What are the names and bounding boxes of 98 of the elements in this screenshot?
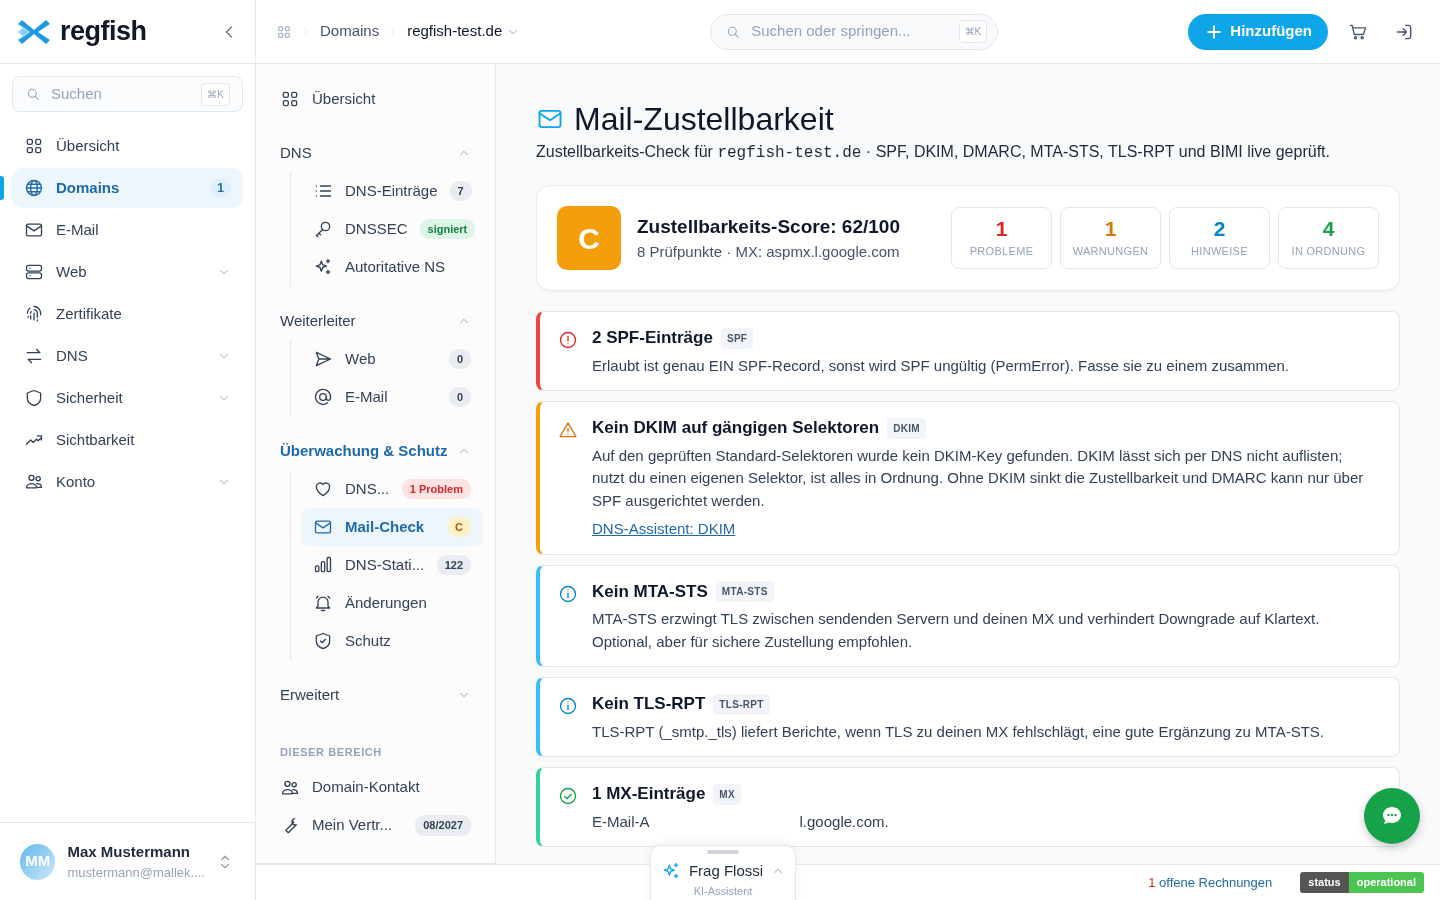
sidebar-item[interactable]: Sichtbarkeit bbox=[12, 420, 243, 460]
shield-check-icon bbox=[313, 631, 333, 651]
finding-text: MTA-STS erzwingt TLS zwischen sendenden Servern und deinen MX und verhindert Downgrade auf Klartext. Optional, aber für sichere Zustellung empfohlen. bbox=[592, 609, 1321, 652]
search-input[interactable]: Suchen bbox=[49, 81, 194, 107]
sidebar-item[interactable]: Zertifikate bbox=[12, 294, 243, 334]
subnav-item[interactable]: DNSSEC signiert bbox=[301, 210, 483, 248]
subnav-item[interactable]: E-Mail 0 bbox=[301, 378, 483, 416]
at-icon bbox=[313, 387, 333, 407]
shortcut-key: ⌘K bbox=[958, 20, 988, 43]
finding-tag: MTA-STS bbox=[715, 581, 774, 603]
globe-icon bbox=[24, 178, 44, 198]
server-icon bbox=[24, 262, 44, 282]
subnav-item[interactable]: Web 0 bbox=[301, 340, 483, 378]
grid-icon bbox=[24, 136, 44, 156]
breadcrumb-link[interactable]: Domains bbox=[320, 20, 380, 43]
info-icon bbox=[558, 583, 578, 604]
subnav-item[interactable]: Schutz bbox=[301, 622, 483, 660]
send-icon bbox=[313, 349, 333, 369]
group-header[interactable]: DNS bbox=[268, 134, 483, 172]
group-header[interactable]: Erweitert bbox=[268, 676, 483, 714]
grid-icon bbox=[280, 89, 300, 109]
breadcrumb-link[interactable]: regfish-test.de bbox=[407, 20, 521, 43]
sidebar-item[interactable]: E-Mail bbox=[12, 210, 243, 250]
finding-tag: SPF bbox=[720, 327, 754, 349]
search-input[interactable]: Suchen oder springen... bbox=[749, 19, 951, 44]
assistant-title: Frag Flossi bbox=[688, 861, 764, 881]
count-badge: 0 bbox=[448, 386, 471, 408]
finding-text: Auf den geprüften Standard-Selektoren wurde kein DKIM-Key gefunden. DKIM lässt sich per DNS nicht auflisten; nutzt du einen eigenen Selektor, ist alles in Ordnung. Ohne DKIM sinkt die Zustellbarkeit und DMARC kann nur über SPF ausgerichtet werden. bbox=[592, 445, 1365, 511]
count-badge: C bbox=[447, 516, 471, 538]
arrows-icon bbox=[24, 346, 44, 366]
finding-title: 1 MX-Einträge bbox=[592, 783, 706, 806]
info-icon bbox=[558, 696, 578, 717]
shield-icon bbox=[24, 388, 44, 408]
count-badge: 0 bbox=[448, 348, 471, 370]
finding-tag: TLS-RPT bbox=[713, 693, 770, 715]
subnav-item[interactable]: Autoritative NS bbox=[301, 248, 483, 286]
sidebar-item[interactable]: Konto bbox=[12, 462, 243, 502]
stat-tile: 4 IN ORDNUNG bbox=[1278, 207, 1379, 270]
page-title: Mail-Zustellbarkeit bbox=[574, 100, 834, 139]
sidebar-item[interactable]: Web bbox=[12, 252, 243, 292]
subnav-item[interactable]: Domain-Kontakt bbox=[268, 768, 483, 807]
user-avatar: MM bbox=[20, 843, 56, 880]
users-icon bbox=[24, 472, 44, 492]
subnav-item[interactable]: Mail-Check C bbox=[301, 508, 483, 546]
finding-text: E-Mail-A bbox=[592, 811, 650, 832]
assistant-subtitle: KI-Assistent bbox=[693, 883, 753, 899]
stat-tile: 2 HINWEISE bbox=[1169, 207, 1270, 270]
bell-icon bbox=[313, 593, 333, 613]
section-label: DIESER BEREICH bbox=[279, 745, 383, 760]
sidebar-item[interactable]: DNS bbox=[12, 336, 243, 376]
finding-title: Kein TLS-RPT bbox=[592, 693, 706, 716]
invoices-link[interactable]: 1 offene Rechnungen bbox=[1148, 872, 1273, 893]
finding-text: TLS-RPT (_smtp._tls) liefert Berichte, wenn TLS zu deinen MX fehlschlägt, eine gute Ergänzung zu MTA-STS. bbox=[592, 721, 1325, 742]
subnav-item[interactable]: DNS-Einträge 7 bbox=[301, 172, 483, 210]
finding-text: Erlaubt ist genau EIN SPF-Record, sonst wird SPF ungültig (PermError). Fasse sie zu einem zusammen. bbox=[592, 355, 1290, 376]
finding-title: Kein DKIM auf gängigen Selektoren bbox=[592, 417, 880, 440]
brand-name: regfish bbox=[60, 15, 147, 49]
check-circle-icon bbox=[558, 786, 578, 807]
subnav-item[interactable]: DNS... 1 Problem bbox=[301, 470, 483, 508]
heart-icon bbox=[313, 479, 333, 499]
search-icon bbox=[25, 86, 41, 102]
grade-badge: C bbox=[557, 206, 621, 271]
count-badge: 1 Problem bbox=[401, 478, 471, 500]
shortcut-key: ⌘K bbox=[201, 82, 230, 106]
subnav-item[interactable]: Mein Vertr... 08/2027 bbox=[268, 806, 483, 845]
finding-text: l.google.com. bbox=[799, 811, 889, 832]
page-subtitle: Zustellbarkeits-Check für regfish-test.de · SPF, DKIM, DMARC, MTA-STS, TLS-RPT und BIMI live geprüft. bbox=[536, 142, 1331, 165]
active-indicator bbox=[0, 176, 4, 200]
group-header[interactable]: Weiterleiter bbox=[268, 302, 483, 340]
subnav-item[interactable]: DNS-Stati... 122 bbox=[301, 546, 483, 584]
assistant-panel[interactable]: Frag Flossi KI-Assistent bbox=[650, 845, 796, 900]
stat-tile: 1 PROBLEME bbox=[951, 207, 1052, 270]
finding-title: 2 SPF-Einträge bbox=[592, 327, 713, 350]
key-icon bbox=[313, 219, 333, 239]
sidebar-item[interactable]: Übersicht bbox=[12, 126, 243, 166]
count-badge: 7 bbox=[449, 180, 472, 202]
count-badge: 122 bbox=[436, 554, 471, 576]
grid-icon bbox=[276, 23, 292, 40]
user-email: mustermann@mallek.... bbox=[67, 864, 203, 882]
score-details: 8 Prüfpunkte · MX: aspmx.l.google.com bbox=[637, 242, 901, 263]
count-badge: 1 bbox=[210, 178, 231, 198]
group-header[interactable]: Überwachung & Schutz bbox=[268, 432, 483, 470]
stat-tile: 1 WARNUNGEN bbox=[1060, 207, 1161, 270]
count-badge: signiert bbox=[419, 218, 476, 240]
sidebar-item[interactable]: Sicherheit bbox=[12, 378, 243, 418]
score-title: Zustellbarkeits-Score: 62/100 bbox=[637, 214, 901, 239]
assistant-link[interactable]: DNS-Assistent: DKIM bbox=[592, 518, 736, 541]
user-name: Max Mustermann bbox=[67, 841, 191, 862]
finding-tag: MX bbox=[713, 783, 741, 805]
bar-chart-icon bbox=[313, 555, 333, 575]
subnav-item[interactable]: Änderungen bbox=[301, 584, 483, 622]
finding-title: Kein MTA-STS bbox=[592, 580, 708, 603]
subnav-item[interactable]: Übersicht bbox=[268, 80, 483, 118]
sparkles-icon bbox=[313, 257, 333, 277]
finding-tag: DKIM bbox=[887, 417, 926, 439]
error-icon bbox=[558, 330, 578, 351]
fingerprint-icon bbox=[24, 304, 44, 324]
date-badge: 08/2027 bbox=[415, 815, 471, 836]
